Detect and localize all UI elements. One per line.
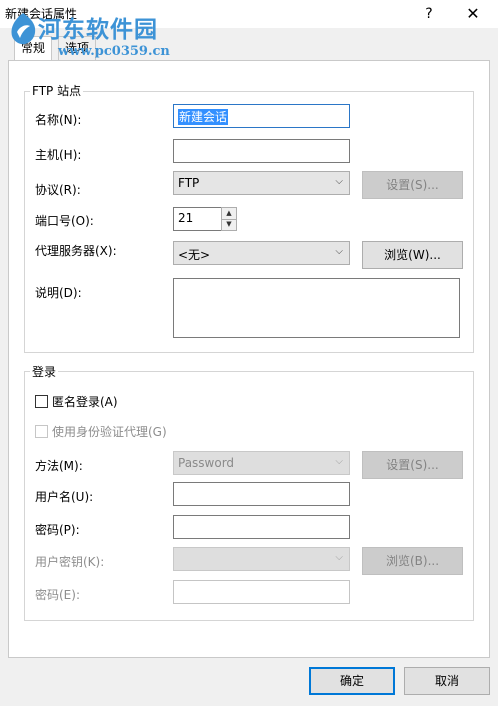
userkey-browse-button[interactable]: 浏览(B)... — [362, 547, 463, 575]
password-label: 密码(P): — [35, 523, 80, 537]
ftp-site-group-label: FTP 站点 — [30, 82, 84, 99]
protocol-label: 协议(R): — [35, 183, 81, 197]
method-select-value: Password — [178, 456, 235, 470]
host-input[interactable] — [173, 139, 350, 163]
chevron-down-icon: ⌵ — [335, 552, 343, 563]
close-button[interactable]: ✕ — [458, 2, 488, 26]
description-label: 说明(D): — [35, 286, 82, 300]
method-select[interactable]: Password ⌵ — [173, 451, 350, 475]
host-label: 主机(H): — [35, 148, 82, 162]
username-input[interactable] — [173, 482, 350, 506]
username-label: 用户名(U): — [35, 490, 94, 504]
login-group-label: 登录 — [30, 363, 59, 380]
port-input[interactable]: 21 — [173, 207, 222, 231]
chevron-down-icon: ⌵ — [335, 246, 343, 257]
chevron-down-icon: ⌵ — [335, 176, 343, 187]
auth-proxy-checkbox[interactable] — [35, 425, 48, 438]
name-input-value: 新建会话 — [178, 109, 229, 125]
watermark-text: 河东软件园 — [38, 16, 158, 43]
proxy-browse-button[interactable]: 浏览(W)... — [362, 241, 463, 269]
method-label: 方法(M): — [35, 459, 83, 473]
proxy-select-value: <无> — [178, 248, 211, 262]
description-textarea[interactable] — [173, 278, 460, 338]
proxy-label: 代理服务器(X): — [35, 244, 117, 258]
port-stepper[interactable]: ▲ ▼ — [221, 207, 237, 231]
cancel-button[interactable]: 取消 — [404, 667, 490, 695]
auth-proxy-label[interactable]: 使用身份验证代理(G) — [52, 423, 167, 440]
proxy-select[interactable]: <无> ⌵ — [173, 241, 350, 265]
port-label: 端口号(O): — [35, 214, 94, 228]
protocol-select-value: FTP — [178, 176, 200, 190]
protocol-settings-button[interactable]: 设置(S)... — [362, 171, 463, 199]
protocol-select[interactable]: FTP ⌵ — [173, 171, 350, 195]
triangle-down-icon[interactable]: ▼ — [222, 219, 236, 230]
anonymous-login-label[interactable]: 匿名登录(A) — [52, 393, 118, 410]
name-label: 名称(N): — [35, 113, 82, 127]
chevron-down-icon: ⌵ — [335, 456, 343, 467]
watermark-url: www.pc0359.cn — [58, 44, 170, 59]
name-input[interactable]: 新建会话 — [173, 104, 350, 128]
watermark-logo-icon — [11, 13, 36, 45]
method-settings-button[interactable]: 设置(S)... — [362, 451, 463, 479]
passphrase-input[interactable] — [173, 580, 350, 604]
passphrase-label: 密码(E): — [35, 588, 80, 602]
userkey-select[interactable]: ⌵ — [173, 547, 350, 571]
anonymous-login-checkbox[interactable] — [35, 395, 48, 408]
password-input[interactable] — [173, 515, 350, 539]
help-button[interactable]: ? — [414, 2, 444, 26]
userkey-label: 用户密钥(K): — [35, 555, 105, 569]
ok-button[interactable]: 确定 — [309, 667, 395, 695]
